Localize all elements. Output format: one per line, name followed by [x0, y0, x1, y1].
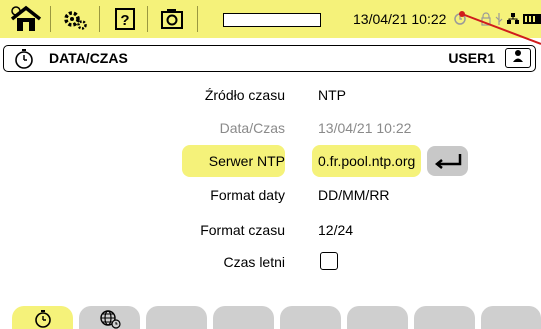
dst-label: Czas letni: [223, 254, 285, 270]
clock-icon: [12, 309, 73, 329]
tab-empty-3: [146, 306, 207, 329]
separator: [50, 6, 51, 32]
date-format-label: Format daty: [210, 187, 285, 203]
user-profile-button[interactable]: [505, 48, 531, 68]
enter-icon: [433, 152, 463, 175]
battery-icon: [523, 0, 541, 38]
lock-icon: [480, 0, 492, 38]
ntp-server-label: Serwer NTP: [208, 153, 285, 169]
enter-button[interactable]: [427, 146, 468, 176]
globe-clock-icon: [79, 309, 140, 329]
time-source-label: Źródło czasu: [204, 87, 285, 103]
tab-empty-8: [481, 306, 541, 329]
user-icon: [512, 49, 524, 68]
progress-bar: [223, 13, 321, 27]
page-title: DATA/CZAS: [49, 50, 128, 66]
ntp-server-value[interactable]: 0.fr.pool.ntp.org: [318, 153, 415, 169]
tab-empty-4: [213, 306, 274, 329]
svg-text:?: ?: [120, 12, 129, 29]
time-format-value[interactable]: 12/24: [318, 222, 353, 238]
datetime-value: 13/04/21 10:22: [318, 120, 412, 136]
status-bar: ? 13/04/21 10:22: [0, 0, 541, 38]
date-format-value[interactable]: DD/MM/RR: [318, 187, 390, 203]
time-source-value[interactable]: NTP: [318, 87, 346, 103]
clock-icon: [13, 48, 35, 75]
tab-datetime[interactable]: [12, 306, 73, 329]
home-icon[interactable]: [6, 0, 46, 38]
settings-icon[interactable]: [56, 0, 94, 38]
user-name: USER1: [448, 50, 495, 66]
separator: [197, 6, 198, 32]
separator: [99, 6, 100, 32]
help-icon[interactable]: ?: [108, 0, 142, 38]
tab-timezone[interactable]: [79, 306, 140, 329]
tab-empty-5: [280, 306, 341, 329]
camera-icon[interactable]: [154, 0, 190, 38]
time-sync-icon: [452, 0, 468, 38]
tab-empty-7: [414, 306, 475, 329]
dst-checkbox[interactable]: [320, 252, 338, 270]
page-header: DATA/CZAS USER1: [3, 45, 536, 72]
separator: [147, 6, 148, 32]
tab-empty-6: [347, 306, 408, 329]
time-format-label: Format czasu: [200, 222, 285, 238]
status-datetime: 13/04/21 10:22: [353, 11, 447, 27]
network-icon: [506, 0, 520, 38]
usb-icon: [493, 0, 505, 38]
datetime-label: Data/Czas: [219, 120, 285, 136]
